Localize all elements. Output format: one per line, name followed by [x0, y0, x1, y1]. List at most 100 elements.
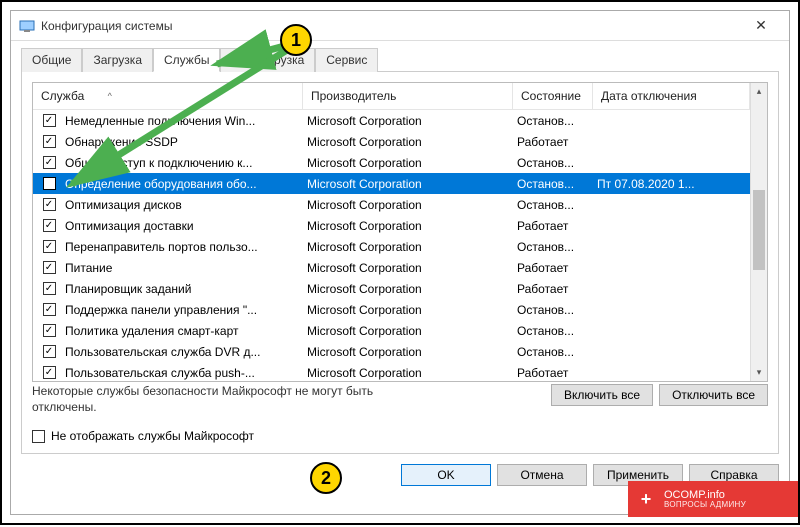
cell-state: Останов... — [513, 198, 593, 212]
tab-boot[interactable]: Загрузка — [82, 48, 153, 72]
hide-ms-checkbox[interactable]: Не отображать службы Майкрософт — [32, 429, 768, 443]
checkbox-icon: ✓ — [43, 324, 56, 337]
annotation-marker-2: 2 — [310, 462, 342, 494]
row-checkbox[interactable]: ✓ — [41, 261, 57, 275]
scroll-thumb[interactable] — [753, 190, 765, 270]
cell-service: Планировщик заданий — [61, 282, 303, 296]
window-title: Конфигурация системы — [41, 19, 741, 33]
tab-services[interactable]: Службы — [153, 48, 220, 72]
checkbox-icon: ✓ — [43, 366, 56, 379]
tab-strip: Общие Загрузка Службы Автозагрузка Серви… — [21, 47, 779, 72]
tab-tools[interactable]: Сервис — [315, 48, 378, 72]
cell-service: Поддержка панели управления "... — [61, 303, 303, 317]
row-checkbox[interactable]: ✓ — [41, 219, 57, 233]
table-row[interactable]: ✓ Оптимизация доставкиMicrosoft Corporati… — [33, 215, 750, 236]
table-row[interactable]: ✓ Планировщик заданийMicrosoft Corporatio… — [33, 278, 750, 299]
checkbox-icon: ✓ — [43, 303, 56, 316]
cell-manufacturer: Microsoft Corporation — [303, 324, 513, 338]
cell-manufacturer: Microsoft Corporation — [303, 219, 513, 233]
tab-general[interactable]: Общие — [21, 48, 82, 72]
cell-state: Работает — [513, 135, 593, 149]
checkbox-icon: ✓ — [43, 135, 56, 148]
header-service[interactable]: Служба ^ — [33, 83, 303, 109]
watermark: + OCOMP.info ВОПРОСЫ АДМИНУ — [628, 481, 798, 517]
cell-service: Определение оборудования обо... — [61, 177, 303, 191]
close-icon[interactable]: ✕ — [741, 17, 781, 34]
cell-service: Обнаружение SSDP — [61, 135, 303, 149]
watermark-sub: ВОПРОСЫ АДМИНУ — [664, 501, 746, 510]
header-state[interactable]: Состояние — [513, 83, 593, 109]
watermark-domain: OCOMP.info — [664, 489, 746, 501]
row-checkbox[interactable]: ✓ — [41, 156, 57, 170]
header-disable-date[interactable]: Дата отключения — [593, 83, 750, 109]
column-headers: Служба ^ Производитель Состояние Дата от… — [33, 83, 750, 110]
checkbox-icon: ✓ — [43, 114, 56, 127]
row-checkbox[interactable]: ✓ — [41, 135, 57, 149]
row-checkbox[interactable]: ✓ — [41, 114, 57, 128]
cell-service: Перенаправитель портов пользо... — [61, 240, 303, 254]
ok-button[interactable]: OK — [401, 464, 491, 486]
row-checkbox[interactable]: ✓ — [41, 198, 57, 212]
row-checkbox[interactable] — [41, 177, 57, 191]
cell-state: Останов... — [513, 303, 593, 317]
checkbox-icon: ✓ — [43, 198, 56, 211]
table-row[interactable]: ✓Политика удаления смарт-картMicrosoft C… — [33, 320, 750, 341]
cell-state: Останов... — [513, 114, 593, 128]
row-checkbox[interactable]: ✓ — [41, 282, 57, 296]
row-checkbox[interactable]: ✓ — [41, 240, 57, 254]
cell-service: Общий доступ к подключению к... — [61, 156, 303, 170]
table-row[interactable]: Определение оборудования обо...Microsoft… — [33, 173, 750, 194]
row-checkbox[interactable]: ✓ — [41, 345, 57, 359]
enable-all-button[interactable]: Включить все — [551, 384, 653, 406]
scroll-up-icon[interactable]: ▴ — [751, 83, 767, 100]
cell-state: Работает — [513, 219, 593, 233]
cell-manufacturer: Microsoft Corporation — [303, 303, 513, 317]
table-row[interactable]: ✓ Немедленные подключения Win...Microsoft… — [33, 110, 750, 131]
disable-all-button[interactable]: Отключить все — [659, 384, 768, 406]
table-row[interactable]: ✓ Поддержка панели управления "...Microso… — [33, 299, 750, 320]
checkbox-icon: ✓ — [43, 156, 56, 169]
cell-service: Немедленные подключения Win... — [61, 114, 303, 128]
table-row[interactable]: ✓Перенаправитель портов пользо...Microso… — [33, 236, 750, 257]
vertical-scrollbar[interactable]: ▴ ▾ — [750, 83, 767, 381]
table-row[interactable]: ✓Пользовательская служба push-...Microso… — [33, 362, 750, 381]
cell-manufacturer: Microsoft Corporation — [303, 282, 513, 296]
row-checkbox[interactable]: ✓ — [41, 303, 57, 317]
cell-manufacturer: Microsoft Corporation — [303, 261, 513, 275]
rows-container: ✓Немедленные подключения Win...Microsoft… — [33, 110, 750, 381]
annotation-marker-1: 1 — [280, 24, 312, 56]
checkbox-icon: ✓ — [43, 219, 56, 232]
cancel-button[interactable]: Отмена — [497, 464, 587, 486]
cell-state: Останов... — [513, 324, 593, 338]
table-row[interactable]: ✓Оптимизация дисковMicrosoft Corporation… — [33, 194, 750, 215]
checkbox-icon — [32, 430, 45, 443]
services-listview[interactable]: Служба ^ Производитель Состояние Дата от… — [32, 82, 768, 382]
scroll-track[interactable] — [751, 100, 767, 364]
row-checkbox[interactable]: ✓ — [41, 366, 57, 380]
cell-state: Останов... — [513, 240, 593, 254]
checkbox-icon: ✓ — [43, 345, 56, 358]
table-row[interactable]: ✓ Общий доступ к подключению к...Microsof… — [33, 152, 750, 173]
cell-state: Останов... — [513, 156, 593, 170]
checkbox-icon: ✓ — [43, 261, 56, 274]
plus-icon: + — [636, 489, 656, 509]
checkbox-icon: ✓ — [43, 282, 56, 295]
cell-manufacturer: Microsoft Corporation — [303, 177, 513, 191]
header-manufacturer[interactable]: Производитель — [303, 83, 513, 109]
cell-manufacturer: Microsoft Corporation — [303, 366, 513, 380]
msconfig-window: Конфигурация системы ✕ Общие Загрузка Сл… — [10, 10, 790, 515]
cell-service: Пользовательская служба DVR д... — [61, 345, 303, 359]
scroll-down-icon[interactable]: ▾ — [751, 364, 767, 381]
row-checkbox[interactable]: ✓ — [41, 324, 57, 338]
cell-state: Останов... — [513, 345, 593, 359]
cell-state: Останов... — [513, 177, 593, 191]
table-row[interactable]: ✓Пользовательская служба DVR д...Microso… — [33, 341, 750, 362]
cell-manufacturer: Microsoft Corporation — [303, 156, 513, 170]
cell-disable-date: Пт 07.08.2020 1... — [593, 177, 750, 191]
checkbox-icon: ✓ — [43, 240, 56, 253]
cell-manufacturer: Microsoft Corporation — [303, 114, 513, 128]
table-row[interactable]: ✓ПитаниеMicrosoft CorporationРаботает — [33, 257, 750, 278]
cell-service: Оптимизация доставки — [61, 219, 303, 233]
cell-state: Работает — [513, 261, 593, 275]
table-row[interactable]: ✓Обнаружение SSDPMicrosoft CorporationРа… — [33, 131, 750, 152]
